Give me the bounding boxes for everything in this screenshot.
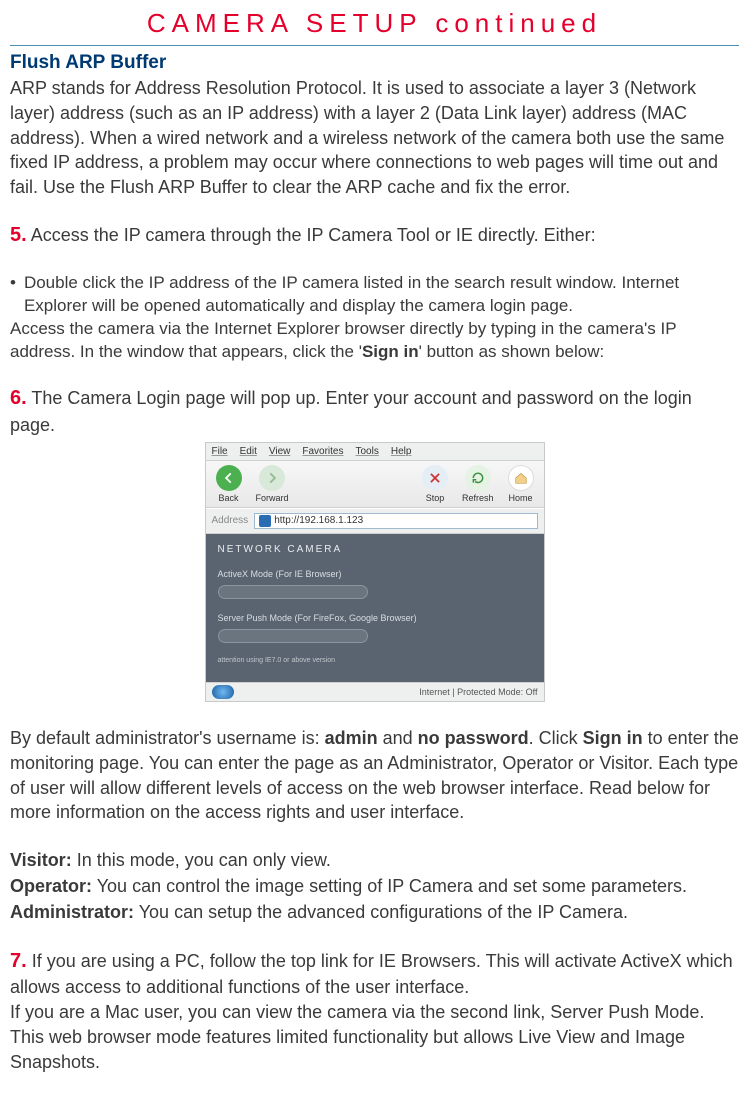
step-6-text: The Camera Login page will pop up. Enter… xyxy=(10,388,692,435)
step-7: 7. If you are using a PC, follow the top… xyxy=(10,948,739,1000)
address-value: http://192.168.1.123 xyxy=(274,515,363,526)
alt-access-paragraph: Access the camera via the Internet Explo… xyxy=(10,318,739,364)
step-6: 6. The Camera Login page will pop up. En… xyxy=(10,385,739,437)
forward-button[interactable]: Forward xyxy=(256,465,289,503)
home-label: Home xyxy=(508,493,532,503)
default-click: . Click xyxy=(529,728,583,748)
page-title: CAMERA SETUP continued xyxy=(10,8,739,39)
forward-arrow-icon xyxy=(259,465,285,491)
mode-activex-label: ActiveX Mode (For IE Browser) xyxy=(218,569,532,579)
title-divider xyxy=(10,45,739,46)
role-operator-label: Operator: xyxy=(10,876,92,896)
refresh-button[interactable]: Refresh xyxy=(462,465,494,503)
step-6-number: 6. xyxy=(10,387,27,409)
role-administrator-text: You can setup the advanced configuration… xyxy=(134,902,628,922)
bullet-text: Double click the IP address of the IP ca… xyxy=(24,272,739,318)
mode-serverpush-signin-button[interactable] xyxy=(218,629,368,643)
mode-activex-signin-button[interactable] xyxy=(218,585,368,599)
browser-toolbar: Back Forward Stop Refresh xyxy=(206,461,544,508)
address-bar: Address http://192.168.1.123 xyxy=(206,508,544,534)
role-administrator-label: Administrator: xyxy=(10,902,134,922)
home-button[interactable]: Home xyxy=(508,465,534,503)
menu-favorites[interactable]: Favorites xyxy=(302,446,343,457)
browser-menu-bar: File Edit View Favorites Tools Help xyxy=(206,443,544,461)
camera-login-page: NETWORK CAMERA ActiveX Mode (For IE Brow… xyxy=(206,534,544,682)
default-signin-bold: Sign in xyxy=(583,728,643,748)
step-5: 5. Access the IP camera through the IP C… xyxy=(10,222,739,250)
refresh-label: Refresh xyxy=(462,493,494,503)
address-label: Address xyxy=(212,515,249,526)
mode-serverpush-label: Server Push Mode (For FireFox, Google Br… xyxy=(218,613,532,623)
browser-status-bar: Internet | Protected Mode: Off xyxy=(206,682,544,701)
role-visitor: Visitor: In this mode, you can only view… xyxy=(10,847,739,873)
back-button[interactable]: Back xyxy=(216,465,242,503)
role-visitor-text: In this mode, you can only view. xyxy=(72,850,331,870)
ie-page-icon xyxy=(259,515,271,527)
default-pre: By default administrator's username is: xyxy=(10,728,325,748)
stop-label: Stop xyxy=(426,493,445,503)
start-orb-icon[interactable] xyxy=(212,685,234,699)
default-nopassword-bold: no password xyxy=(418,728,529,748)
stop-icon xyxy=(422,465,448,491)
bullet-item: • Double click the IP address of the IP … xyxy=(10,272,739,318)
default-and: and xyxy=(378,728,418,748)
role-operator: Operator: You can control the image sett… xyxy=(10,873,739,899)
step-7-text: If you are using a PC, follow the top li… xyxy=(10,951,733,998)
login-screenshot-wrap: File Edit View Favorites Tools Help Back… xyxy=(10,442,739,702)
step-5-number: 5. xyxy=(10,224,27,246)
role-operator-text: You can control the image setting of IP … xyxy=(92,876,687,896)
menu-file[interactable]: File xyxy=(212,446,228,457)
menu-tools[interactable]: Tools xyxy=(355,446,378,457)
step-7-mac: If you are a Mac user, you can view the … xyxy=(10,1000,739,1074)
stop-button[interactable]: Stop xyxy=(422,465,448,503)
refresh-icon xyxy=(465,465,491,491)
address-input[interactable]: http://192.168.1.123 xyxy=(254,513,537,529)
flush-arp-heading: Flush ARP Buffer xyxy=(10,52,739,74)
camera-page-heading: NETWORK CAMERA xyxy=(218,544,532,555)
bullet-dot-icon: • xyxy=(10,272,16,318)
back-arrow-icon xyxy=(216,465,242,491)
alt-access-signin-bold: Sign in xyxy=(362,342,419,361)
menu-view[interactable]: View xyxy=(269,446,291,457)
menu-edit[interactable]: Edit xyxy=(240,446,257,457)
login-screenshot: File Edit View Favorites Tools Help Back… xyxy=(205,442,545,702)
step-5-text: Access the IP camera through the IP Came… xyxy=(27,225,596,245)
status-text: Internet | Protected Mode: Off xyxy=(419,687,537,697)
forward-label: Forward xyxy=(256,493,289,503)
home-icon xyxy=(508,465,534,491)
flush-arp-paragraph: ARP stands for Address Resolution Protoc… xyxy=(10,76,739,200)
step-7-number: 7. xyxy=(10,950,27,972)
menu-help[interactable]: Help xyxy=(391,446,412,457)
camera-page-note: attention using IE7.0 or above version xyxy=(218,657,532,664)
role-administrator: Administrator: You can setup the advance… xyxy=(10,899,739,925)
default-admin-bold: admin xyxy=(325,728,378,748)
role-visitor-label: Visitor: xyxy=(10,850,72,870)
alt-access-post: ' button as shown below: xyxy=(419,342,605,361)
default-credentials-paragraph: By default administrator's username is: … xyxy=(10,726,739,825)
back-label: Back xyxy=(218,493,238,503)
